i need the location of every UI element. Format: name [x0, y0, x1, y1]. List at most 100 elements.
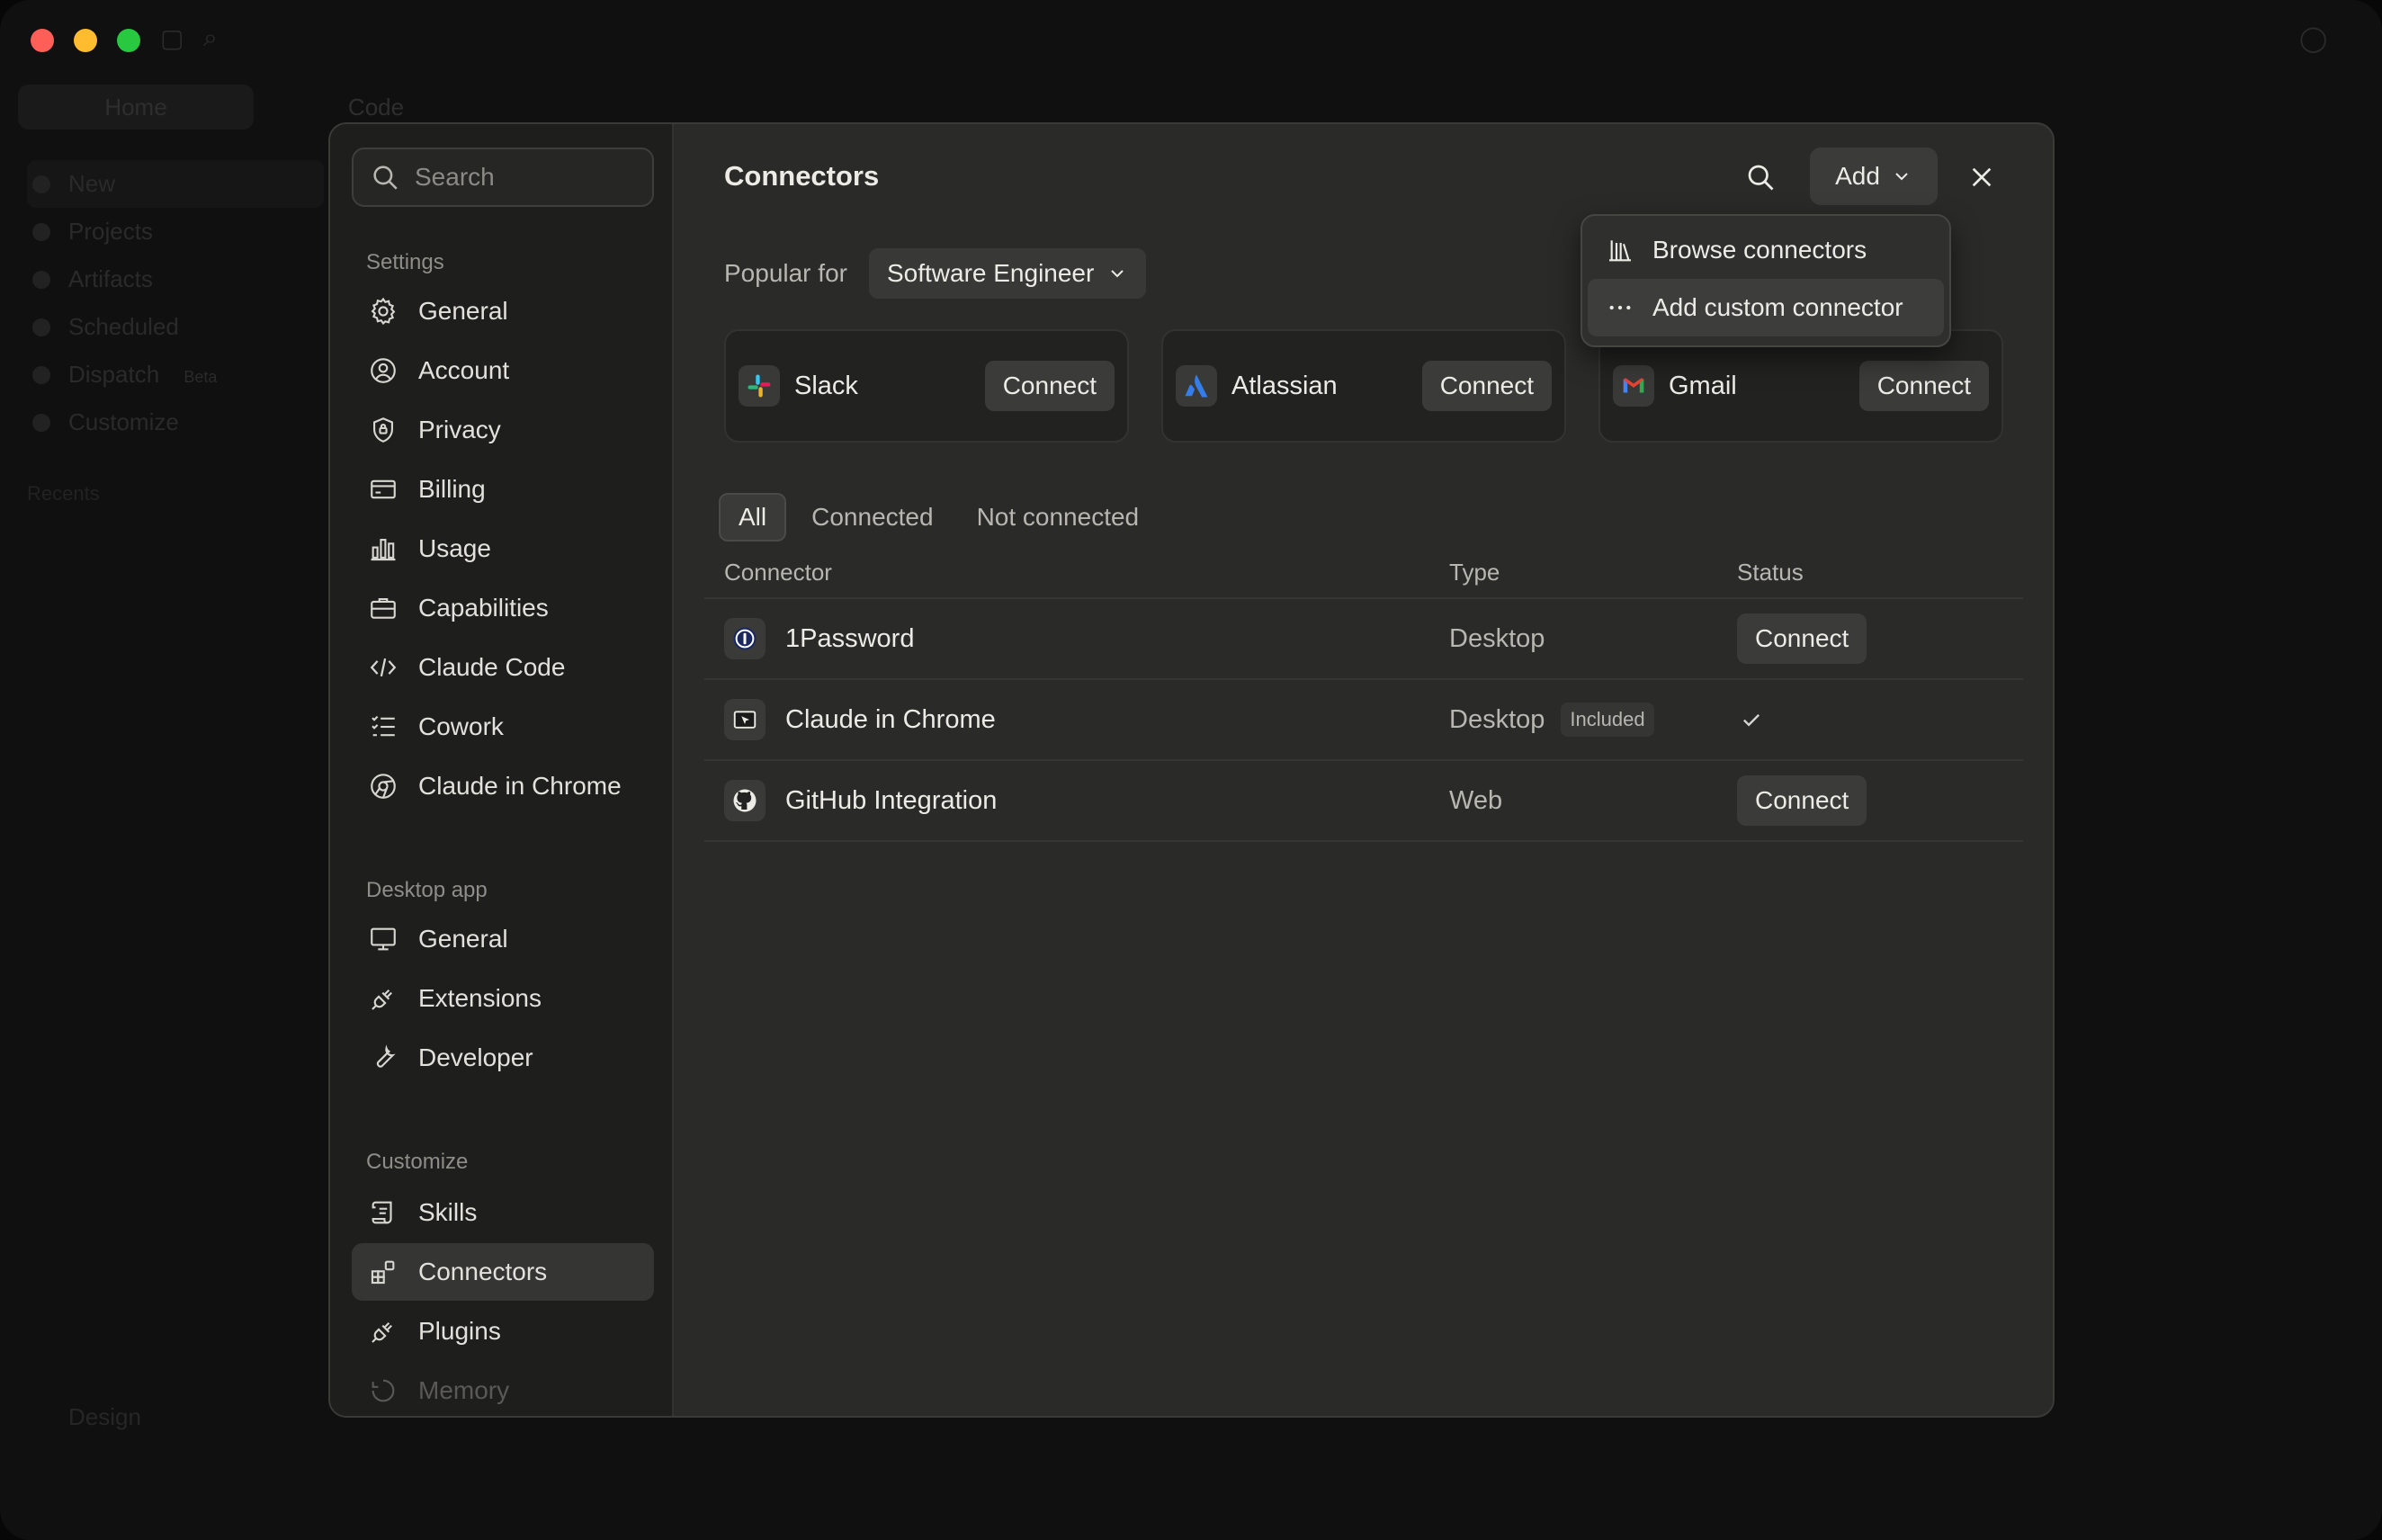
shield-lock-icon: [373, 417, 393, 443]
search-icon[interactable]: ⌕: [203, 23, 218, 53]
add-dropdown-menu: Browse connectors Add custom connector: [1581, 214, 1951, 347]
nav-billing-label: Billing: [418, 475, 486, 503]
tab-all[interactable]: All: [719, 493, 787, 542]
nav-privacy[interactable]: Privacy: [352, 401, 654, 459]
row-type-cell: Desktop: [1449, 624, 1737, 654]
nav-claude-in-chrome[interactable]: Claude in Chrome: [352, 757, 654, 815]
atlassian-connect-button[interactable]: Connect: [1421, 361, 1552, 411]
bg-nav-dispatch[interactable]: Dispatch Beta: [27, 351, 324, 398]
nav-general[interactable]: General: [352, 282, 654, 340]
bg-nav-design[interactable]: Design: [27, 1403, 141, 1431]
add-custom-connector-item[interactable]: Add custom connector: [1588, 279, 1944, 336]
nav-cowork-label: Cowork: [418, 712, 504, 740]
nav-cowork[interactable]: Cowork: [352, 698, 654, 756]
included-badge: Included: [1561, 703, 1654, 737]
bg-nav-customize[interactable]: Customize: [27, 398, 324, 446]
nav-capabilities[interactable]: Capabilities: [352, 579, 654, 637]
nav-skills-label: Skills: [418, 1198, 478, 1226]
memory-icon: [372, 1379, 395, 1402]
row-name: 1Password: [785, 623, 915, 653]
row-status-cell: Connect: [1737, 775, 2023, 826]
github-connect-button[interactable]: Connect: [1737, 775, 1867, 826]
bg-nav-projects[interactable]: Projects: [27, 208, 324, 255]
nav-developer[interactable]: Developer: [352, 1029, 654, 1087]
row-connector-cell: 1Password: [704, 618, 1449, 659]
customize-section-header: Customize: [366, 1150, 469, 1174]
card-atlassian: Atlassian Connect: [1161, 329, 1566, 443]
slack-connect-button[interactable]: Connect: [984, 361, 1115, 411]
onepassword-connect-button[interactable]: Connect: [1737, 613, 1867, 664]
bar-chart-icon: [371, 539, 396, 561]
row-type: Web: [1449, 785, 1503, 815]
row-connector-cell: Claude in Chrome: [704, 699, 1449, 740]
search-input[interactable]: [415, 163, 631, 192]
nav-developer-label: Developer: [418, 1043, 533, 1071]
nav-connectors[interactable]: Connectors: [352, 1243, 654, 1301]
nav-extensions-label: Extensions: [418, 984, 542, 1012]
close-dialog-button[interactable]: [1959, 155, 2004, 200]
table-row[interactable]: 1Password Desktop Connect: [704, 599, 2023, 680]
row-type: Desktop: [1449, 623, 1545, 653]
plug-icon: [372, 989, 392, 1010]
nav-account[interactable]: Account: [352, 342, 654, 399]
add-button-label: Add: [1835, 162, 1880, 190]
customize-nav: Skills Connectors Plugins Memory: [352, 1184, 654, 1416]
more-horizontal-icon: [1609, 305, 1631, 310]
bg-nav-new[interactable]: New: [27, 160, 324, 208]
bg-nav-artifacts[interactable]: Artifacts: [27, 255, 324, 303]
sidebar-toggle-icon[interactable]: ▢: [160, 23, 184, 53]
table-row[interactable]: Claude in Chrome Desktop Included: [704, 680, 2023, 761]
row-type: Desktop: [1449, 704, 1545, 734]
wrench-icon: [376, 1044, 396, 1068]
gmail-connect-button[interactable]: Connect: [1858, 361, 1989, 411]
tab-connected[interactable]: Connected: [793, 493, 951, 542]
nav-capabilities-label: Capabilities: [418, 594, 549, 622]
nav-desktop-general[interactable]: General: [352, 910, 654, 968]
nav-plugins[interactable]: Plugins: [352, 1303, 654, 1360]
desktop-nav: General Extensions Developer: [352, 910, 654, 1088]
account-icon[interactable]: ◯: [2299, 23, 2327, 53]
sidebar-search[interactable]: [352, 148, 654, 207]
nav-skills[interactable]: Skills: [352, 1184, 654, 1241]
card-gmail-name: Gmail: [1669, 371, 1737, 400]
maximize-window-button[interactable]: [117, 29, 140, 52]
browse-connectors-item[interactable]: Browse connectors: [1588, 221, 1944, 279]
role-select[interactable]: Software Engineer: [868, 248, 1147, 299]
table-row[interactable]: GitHub Integration Web Connect: [704, 761, 2023, 842]
browser-cursor-icon: [724, 699, 766, 740]
add-button[interactable]: Add: [1810, 148, 1938, 205]
nav-privacy-label: Privacy: [418, 416, 501, 443]
desktop-section-header: Desktop app: [366, 878, 488, 902]
bg-nav-scheduled[interactable]: Scheduled: [27, 303, 324, 351]
nav-memory[interactable]: Memory: [352, 1362, 654, 1416]
tab-not-connected[interactable]: Not connected: [959, 493, 1158, 542]
chrome-globe-icon: [371, 774, 396, 799]
tab-home[interactable]: Home: [18, 85, 254, 130]
nav-claude-code[interactable]: Claude Code: [352, 639, 654, 696]
nav-usage[interactable]: Usage: [352, 520, 654, 578]
settings-section-header: Settings: [366, 250, 444, 274]
card-slack: Slack Connect: [724, 329, 1129, 443]
row-type-cell: Desktop Included: [1449, 703, 1737, 737]
row-status-cell: [1737, 707, 2023, 732]
close-icon: [1972, 167, 1992, 187]
close-window-button[interactable]: [31, 29, 54, 52]
connector-search-button[interactable]: [1738, 155, 1783, 200]
gmail-icon: [1613, 365, 1654, 407]
popular-label: Popular for: [724, 259, 847, 287]
minimize-window-button[interactable]: [74, 29, 97, 52]
nav-account-label: Account: [418, 356, 510, 384]
card-slack-name: Slack: [794, 371, 858, 400]
github-icon: [724, 780, 766, 821]
row-status-cell: Connect: [1737, 613, 2023, 664]
beta-badge: Beta: [184, 368, 218, 386]
nav-claude-in-chrome-label: Claude in Chrome: [418, 772, 622, 800]
connectors-table: Connector Type Status 1Password Desktop …: [704, 547, 2023, 842]
header-type: Type: [1449, 558, 1500, 586]
header-status: Status: [1737, 558, 1804, 586]
nav-billing[interactable]: Billing: [352, 461, 654, 518]
header-connector: Connector: [724, 558, 832, 586]
row-connector-cell: GitHub Integration: [704, 780, 1449, 821]
nav-extensions[interactable]: Extensions: [352, 970, 654, 1027]
credit-card-icon: [371, 479, 396, 499]
